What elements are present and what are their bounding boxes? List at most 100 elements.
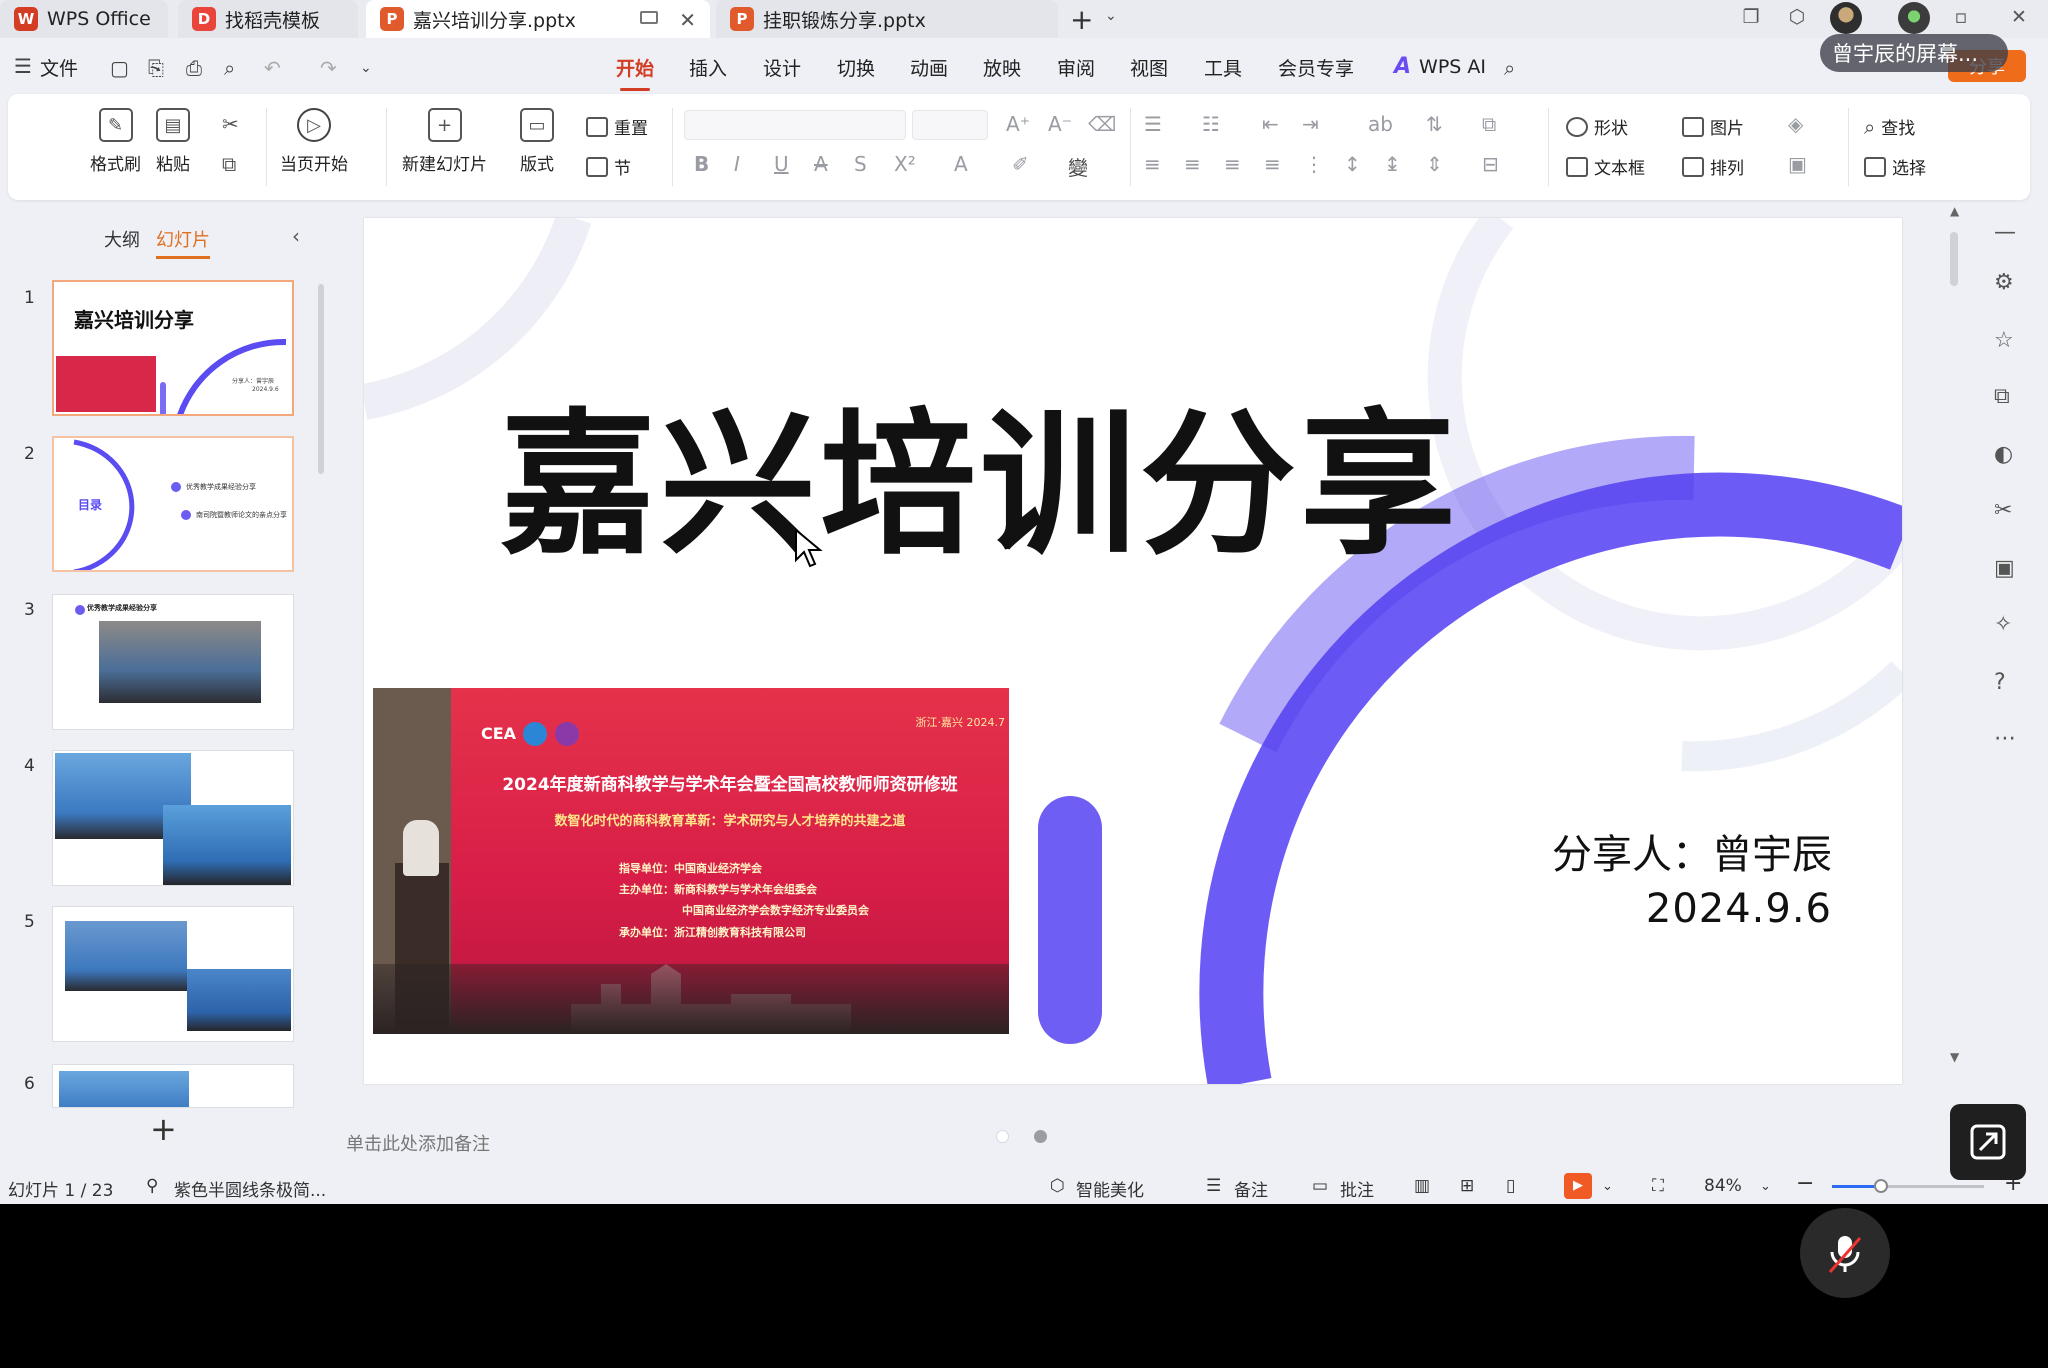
slideshow-play-icon[interactable]: ▶ xyxy=(1564,1173,1592,1199)
decrease-font-icon[interactable]: A⁻ xyxy=(1048,112,1072,136)
wps-ai-button[interactable]: A WPS AI xyxy=(1394,54,1486,79)
event-photo[interactable]: CEA 浙江·嘉兴 2024.7 2024年度新商科教学与学术年会暨全国高校教师… xyxy=(373,688,1009,1034)
tab-list-chevron-icon[interactable]: ⌄ xyxy=(1105,8,1117,24)
zoom-slider[interactable] xyxy=(1832,1179,1984,1193)
menu-transition[interactable]: 切换 xyxy=(837,54,875,81)
slide-scrollbar[interactable] xyxy=(1950,232,1958,286)
help-icon[interactable]: ? xyxy=(1994,670,2006,695)
avatar-secondary[interactable] xyxy=(1898,2,1930,34)
decrease-indent-icon[interactable]: ⇤ xyxy=(1262,112,1279,136)
slides-icon[interactable]: ⧉ xyxy=(1994,384,2010,409)
fill-icon[interactable]: ◈ xyxy=(1788,112,1803,136)
para-spacing-icon[interactable]: ↨ xyxy=(1384,152,1401,176)
menu-design[interactable]: 设计 xyxy=(763,54,801,81)
cut-icon[interactable]: ✂ xyxy=(222,112,239,136)
hamburger-menu-icon[interactable]: ☰ xyxy=(14,54,32,78)
increase-indent-icon[interactable]: ⇥ xyxy=(1302,112,1319,136)
font-color-icon[interactable]: A xyxy=(954,152,968,176)
zoom-chevron-icon[interactable]: ⌄ xyxy=(1760,1179,1771,1194)
close-window-icon[interactable]: ✕ xyxy=(2008,6,2030,28)
menu-review[interactable]: 审阅 xyxy=(1057,54,1095,81)
reset-button[interactable]: 重置 xyxy=(586,114,648,139)
slide-thumbnail-1[interactable]: 嘉兴培训分享 分享人：曾宇辰 2024.9.6 xyxy=(52,280,294,416)
slide-canvas[interactable]: 嘉兴培训分享 CEA 浙江·嘉兴 2024.7 2024年度新商科教学与学术年会… xyxy=(364,218,1902,1084)
numbered-list-icon[interactable]: ☷ xyxy=(1202,112,1220,136)
pager-dot-active[interactable] xyxy=(1034,1130,1048,1143)
close-tab-icon[interactable]: ✕ xyxy=(679,8,696,32)
bold-icon[interactable]: B xyxy=(694,152,709,176)
text-box-align-icon[interactable]: ⊟ xyxy=(1482,152,1499,176)
avatar[interactable] xyxy=(1830,2,1862,34)
reading-view-icon[interactable]: ▯ xyxy=(1506,1176,1515,1196)
find-button[interactable]: ⌕ 查找 xyxy=(1864,114,1915,140)
align-right-icon[interactable]: ≡ xyxy=(1224,152,1241,176)
tab-template[interactable]: D 找稻壳模板 xyxy=(178,0,358,38)
format-painter-button[interactable]: ✎ 格式刷 xyxy=(90,108,141,175)
save-icon[interactable]: ▢ xyxy=(110,56,129,80)
shadow-text-icon[interactable]: S xyxy=(854,152,867,176)
section-button[interactable]: 节 xyxy=(586,154,631,179)
slide-title[interactable]: 嘉兴培训分享 xyxy=(500,358,1460,584)
minus-icon[interactable]: — xyxy=(1994,220,2016,245)
phonetic-icon[interactable]: 變 xyxy=(1068,152,1088,181)
layout-button[interactable]: ▭ 版式 xyxy=(520,108,554,175)
text-direction-icon[interactable]: ab xyxy=(1368,112,1393,136)
spacing-icon[interactable]: ↕ xyxy=(1344,152,1361,176)
menu-slideshow[interactable]: 放映 xyxy=(983,54,1021,81)
menu-tools[interactable]: 工具 xyxy=(1204,54,1242,81)
copy-icon[interactable]: ⧉ xyxy=(222,152,236,176)
print-preview-icon[interactable]: ⌕ xyxy=(224,56,235,80)
bullet-list-icon[interactable]: ☰ xyxy=(1144,112,1162,136)
tools-icon[interactable]: ✂ xyxy=(1994,498,2012,523)
picture-button[interactable]: 图片 xyxy=(1682,114,1744,139)
columns-icon[interactable]: ⇕ xyxy=(1426,152,1443,176)
undo-icon[interactable]: ↶ xyxy=(264,56,281,80)
new-tab-plus-icon[interactable]: + xyxy=(1070,3,1093,36)
search-icon[interactable]: ⌕ xyxy=(1504,56,1515,80)
more-icon[interactable]: ⋯ xyxy=(1994,726,2016,751)
slide-sharer[interactable]: 分享人：曾宇辰 xyxy=(1552,822,1832,880)
pager-dot[interactable] xyxy=(996,1130,1009,1143)
grid-view-icon[interactable]: ⊞ xyxy=(1460,1176,1474,1196)
font-size-select[interactable] xyxy=(912,110,988,140)
add-slide-plus-icon[interactable]: + xyxy=(150,1110,177,1148)
outline-icon[interactable]: ▣ xyxy=(1788,152,1807,176)
font-name-select[interactable] xyxy=(684,110,906,140)
menu-view[interactable]: 视图 xyxy=(1130,54,1168,81)
scroll-up-icon[interactable]: ▲ xyxy=(1950,204,1959,218)
align-left-icon[interactable]: ≡ xyxy=(1144,152,1161,176)
tab-wps-office[interactable]: W WPS Office xyxy=(0,0,168,38)
floating-exit-fullscreen-button[interactable] xyxy=(1950,1104,2026,1180)
line-spacing-icon[interactable]: ⇅ xyxy=(1426,112,1443,136)
muted-microphone-button[interactable] xyxy=(1800,1208,1890,1298)
slide-thumbnail-5[interactable] xyxy=(52,906,294,1042)
scroll-down-icon[interactable]: ▼ xyxy=(1950,1050,1959,1064)
zoom-level[interactable]: 84% xyxy=(1704,1176,1742,1196)
notes-placeholder[interactable]: 单击此处添加备注 xyxy=(346,1130,490,1156)
new-slide-button[interactable]: + 新建幻灯片 xyxy=(402,108,487,175)
align-center-icon[interactable]: ≡ xyxy=(1184,152,1201,176)
tab-outline[interactable]: 大纲 xyxy=(104,226,140,252)
restore-icon[interactable]: ▫ xyxy=(1950,6,1972,28)
menu-animation[interactable]: 动画 xyxy=(910,54,948,81)
quick-access-chevron-icon[interactable]: ⌄ xyxy=(360,60,372,76)
menu-membership[interactable]: 会员专享 xyxy=(1278,54,1354,81)
tab-slides[interactable]: 幻灯片 xyxy=(156,226,210,259)
increase-font-icon[interactable]: A⁺ xyxy=(1006,112,1030,136)
collapse-panel-icon[interactable]: ‹ xyxy=(292,224,300,248)
zoom-out-icon[interactable]: − xyxy=(1796,1171,1814,1196)
menu-home[interactable]: 开始 xyxy=(616,54,654,91)
slide-thumbnail-4[interactable] xyxy=(52,750,294,886)
menu-insert[interactable]: 插入 xyxy=(689,54,727,81)
notes-button[interactable]: 备注 xyxy=(1234,1176,1268,1201)
paste-button[interactable]: ▤ 粘贴 xyxy=(156,108,190,175)
panel-scrollbar[interactable] xyxy=(318,284,324,474)
clear-format-icon[interactable]: ⌫ xyxy=(1088,112,1116,136)
select-button[interactable]: 选择 xyxy=(1864,154,1926,179)
strikethrough-icon[interactable]: A xyxy=(814,152,828,176)
slideshow-chevron-icon[interactable]: ⌄ xyxy=(1602,1179,1613,1194)
theme-icon[interactable]: ◐ xyxy=(1994,442,2013,467)
justify-icon[interactable]: ≡ xyxy=(1264,152,1281,176)
window-icon[interactable]: ❐ xyxy=(1740,6,1762,28)
slide-thumbnail-6[interactable] xyxy=(52,1064,294,1108)
